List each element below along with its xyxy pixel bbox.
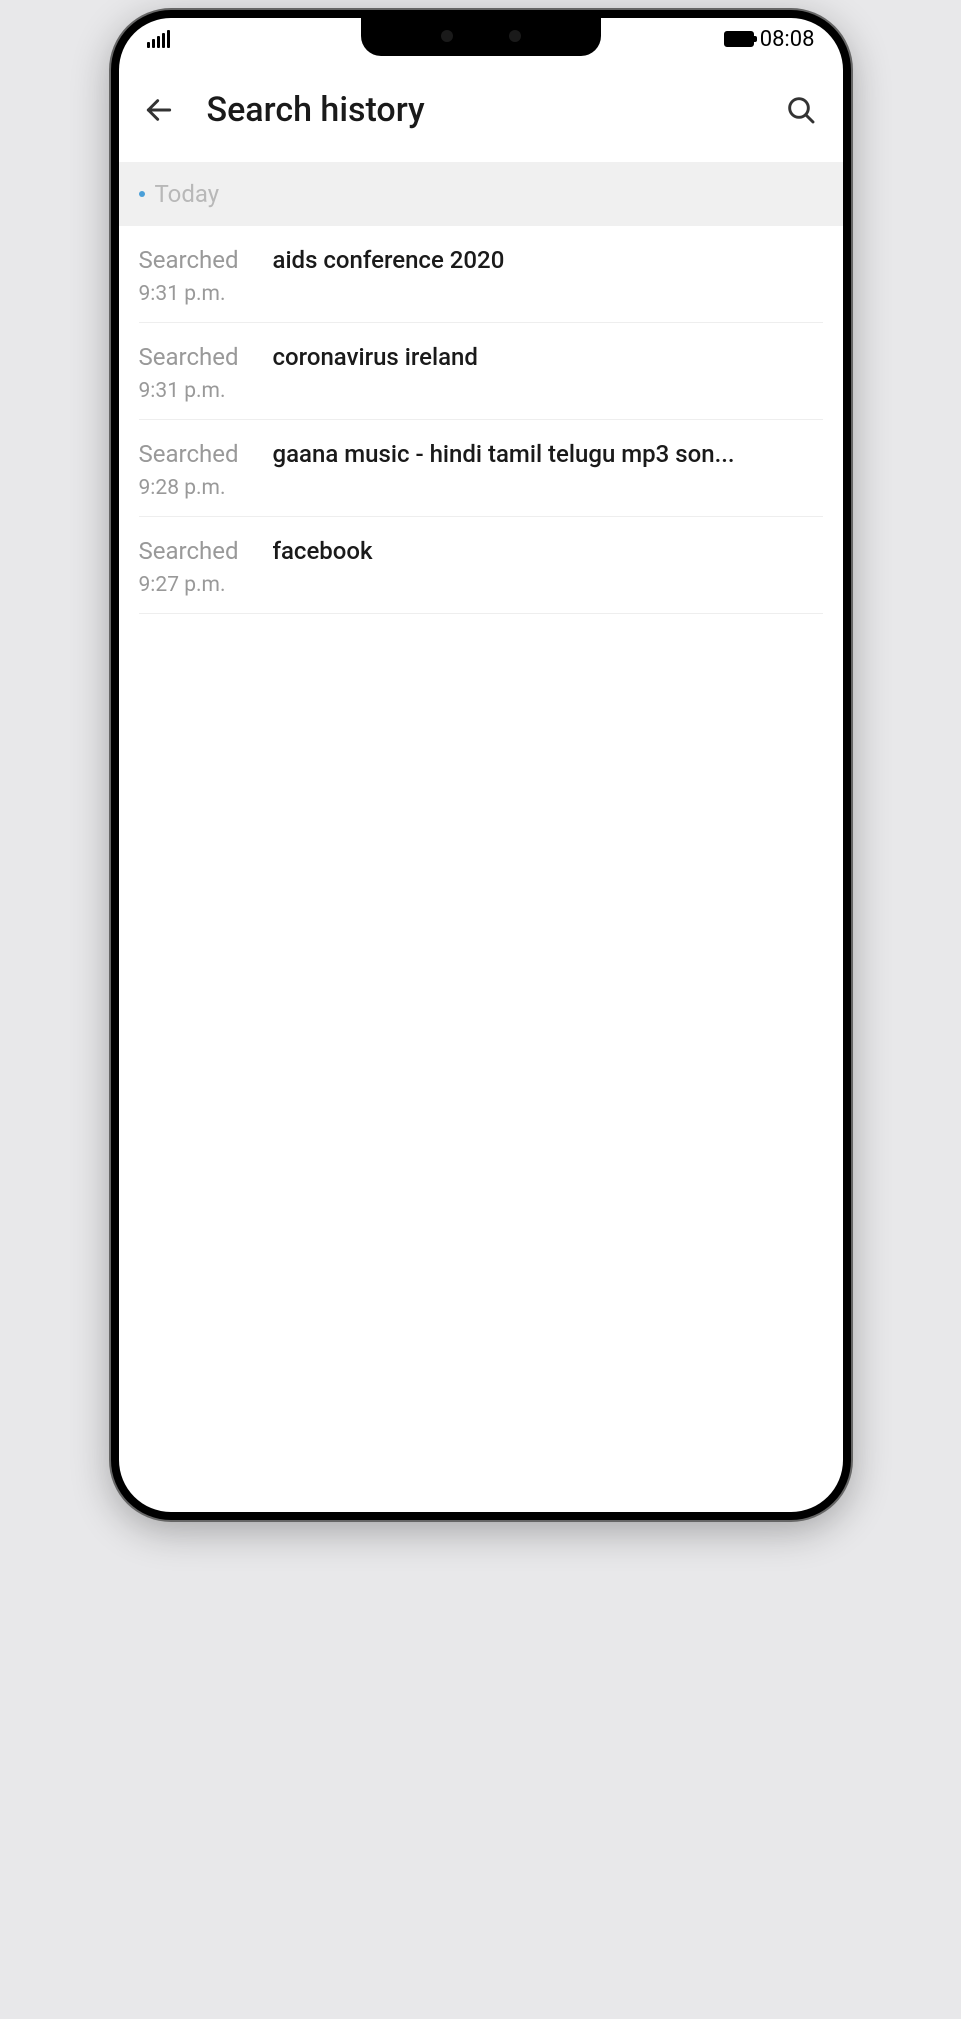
- history-list: Searched aids conference 2020 9:31 p.m. …: [119, 226, 843, 614]
- sensor-dot: [509, 30, 521, 42]
- app-header: Search history: [119, 60, 843, 162]
- back-button[interactable]: [143, 94, 175, 126]
- phone-screen: 08:08 Search history Today: [119, 18, 843, 1512]
- searched-label: Searched: [139, 343, 257, 371]
- searched-label: Searched: [139, 246, 257, 274]
- history-row: Searched aids conference 2020: [139, 246, 823, 274]
- search-time: 9:28 p.m.: [139, 476, 823, 500]
- section-dot-icon: [139, 191, 145, 197]
- search-query: facebook: [273, 537, 373, 565]
- page-title: Search history: [207, 90, 751, 130]
- arrow-left-icon: [143, 94, 175, 126]
- camera-dot: [441, 30, 453, 42]
- history-item[interactable]: Searched gaana music - hindi tamil telug…: [139, 420, 823, 517]
- status-right: 08:08: [724, 27, 815, 52]
- search-query: coronavirus ireland: [273, 343, 478, 371]
- section-header-today: Today: [119, 162, 843, 226]
- notch: [361, 18, 601, 56]
- searched-label: Searched: [139, 440, 257, 468]
- status-clock: 08:08: [760, 27, 815, 52]
- search-time: 9:27 p.m.: [139, 573, 823, 597]
- battery-icon: [724, 31, 754, 47]
- history-row: Searched gaana music - hindi tamil telug…: [139, 440, 823, 468]
- search-time: 9:31 p.m.: [139, 282, 823, 306]
- section-label: Today: [155, 180, 220, 208]
- history-row: Searched facebook: [139, 537, 823, 565]
- searched-label: Searched: [139, 537, 257, 565]
- status-left: [147, 30, 170, 48]
- search-query: gaana music - hindi tamil telugu mp3 son…: [273, 440, 735, 468]
- history-item[interactable]: Searched aids conference 2020 9:31 p.m.: [139, 226, 823, 323]
- history-item[interactable]: Searched facebook 9:27 p.m.: [139, 517, 823, 614]
- search-button[interactable]: [783, 92, 819, 128]
- search-query: aids conference 2020: [273, 246, 505, 274]
- history-item[interactable]: Searched coronavirus ireland 9:31 p.m.: [139, 323, 823, 420]
- signal-icon: [147, 30, 170, 48]
- search-icon: [785, 94, 817, 126]
- history-row: Searched coronavirus ireland: [139, 343, 823, 371]
- phone-frame: 08:08 Search history Today: [111, 10, 851, 1520]
- search-time: 9:31 p.m.: [139, 379, 823, 403]
